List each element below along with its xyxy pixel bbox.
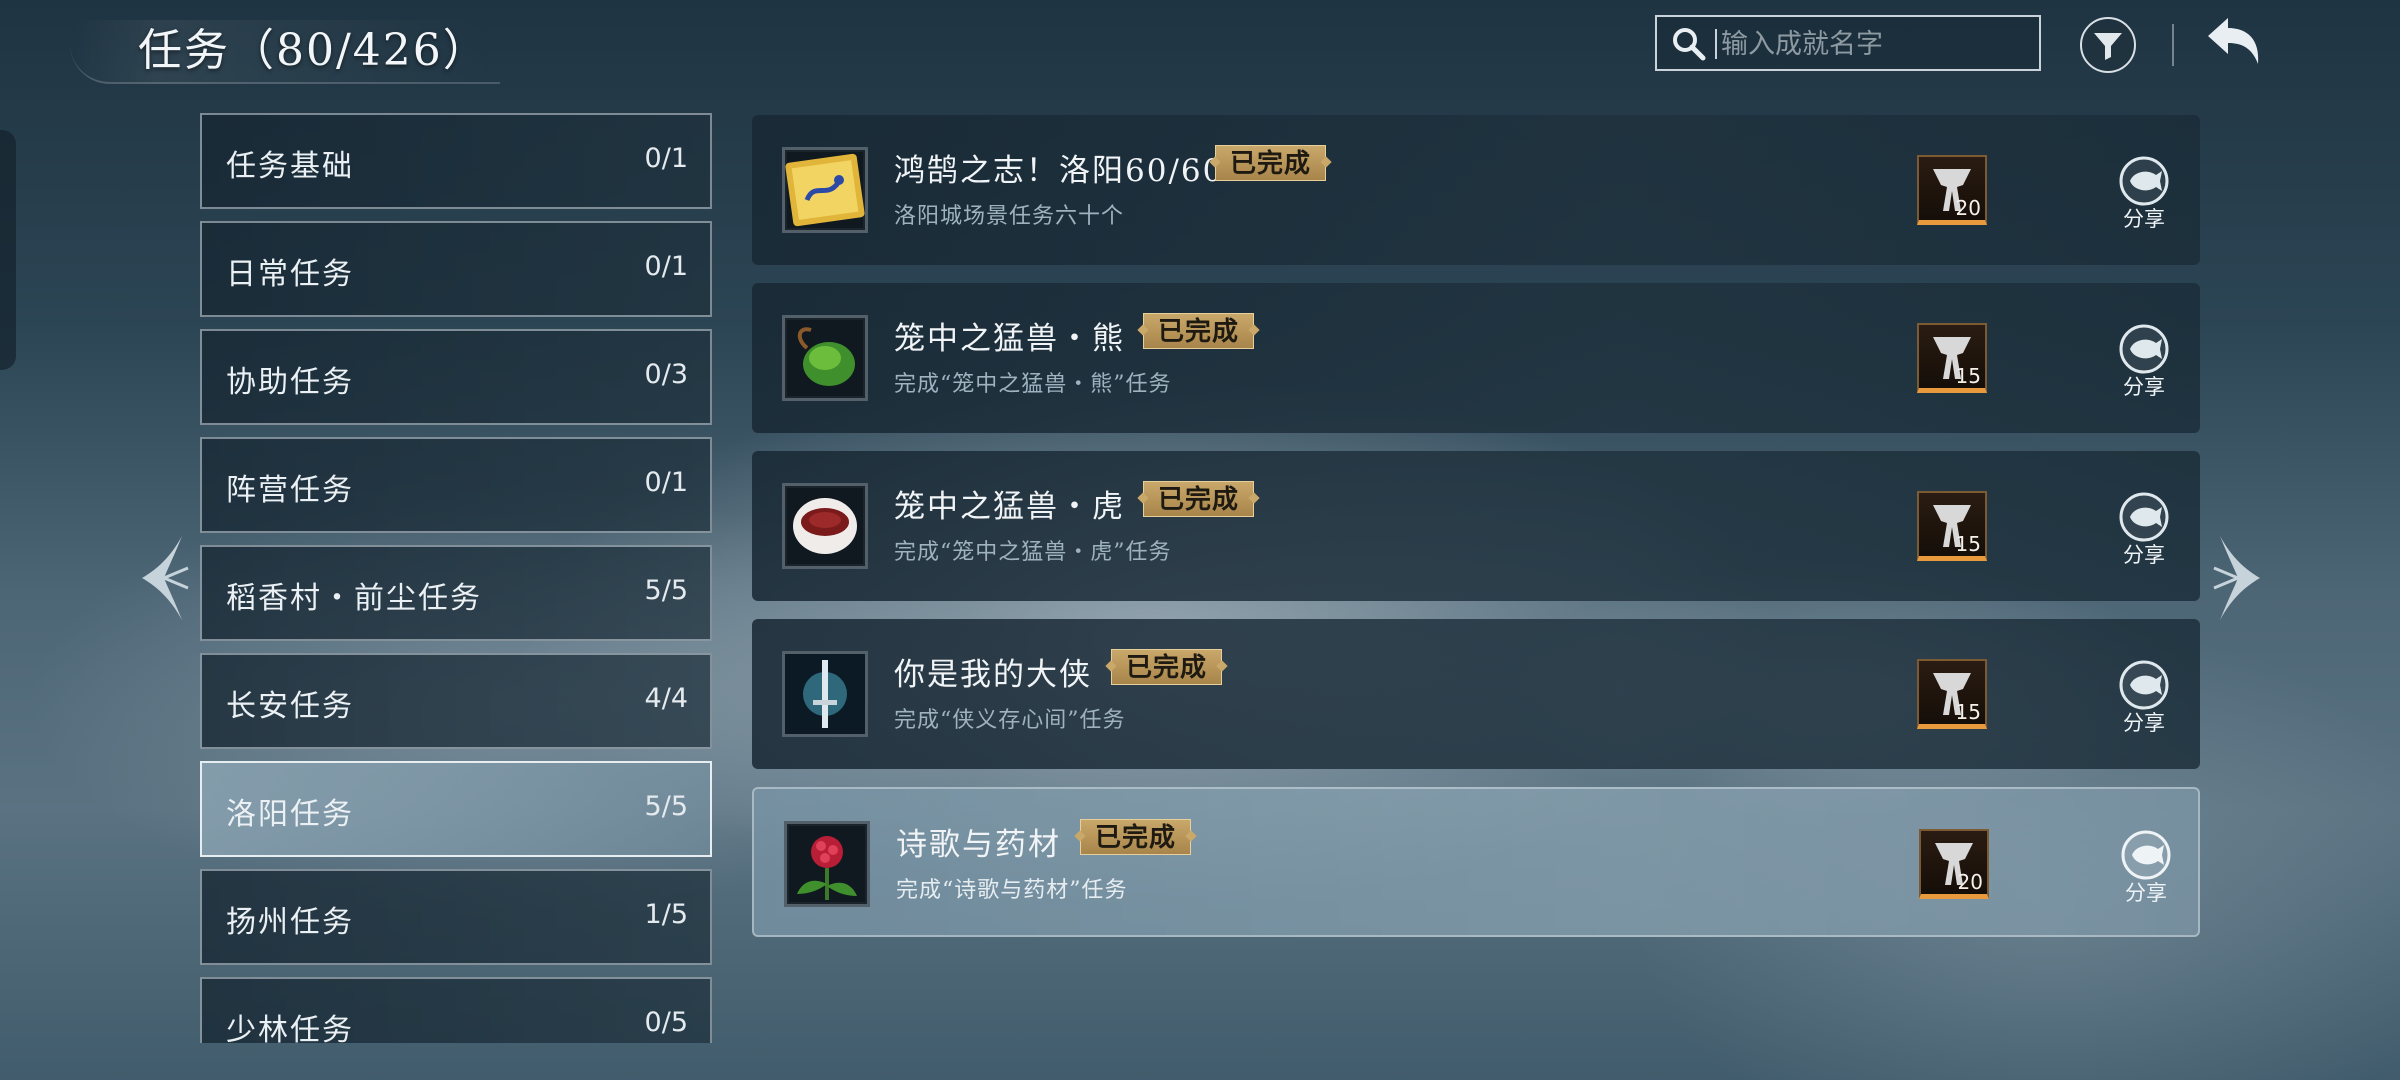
filter-icon: [2094, 33, 2122, 60]
category-item[interactable]: 阵营任务 0/1: [200, 437, 712, 533]
share-label: 分享: [2123, 543, 2165, 567]
category-label: 日常任务: [226, 257, 354, 292]
share-label: 分享: [2123, 375, 2165, 399]
completed-badge: 已完成: [1143, 313, 1255, 349]
achievement-title: 笼中之猛兽・虎: [894, 489, 1125, 525]
achievement-card[interactable]: 你是我的大侠 已完成 完成“侠义存心间”任务 15 分享: [752, 619, 2200, 769]
achievement-desc: 完成“笼中之猛兽・熊”任务: [894, 372, 1172, 397]
category-item[interactable]: 长安任务 4/4: [200, 653, 712, 749]
achievement-card[interactable]: 鸿鹄之志！洛阳60/60 已完成 洛阳城场景任务六十个 20 分享: [752, 115, 2200, 265]
share-label: 分享: [2125, 881, 2167, 905]
category-item[interactable]: 稻香村・前尘任务 5/5: [200, 545, 712, 641]
category-count: 0/1: [644, 143, 688, 174]
reward-item[interactable]: 20: [1917, 155, 1987, 225]
category-label: 协助任务: [226, 365, 354, 400]
next-page-arrow[interactable]: [2212, 530, 2268, 626]
achievement-desc: 完成“侠义存心间”任务: [894, 708, 1126, 733]
reward-count: 20: [1957, 870, 1983, 894]
category-label: 稻香村・前尘任务: [226, 581, 482, 616]
category-item[interactable]: 日常任务 0/1: [200, 221, 712, 317]
completed-badge: 已完成: [1215, 145, 1327, 181]
share-icon: [2119, 324, 2169, 374]
reward-item[interactable]: 15: [1917, 491, 1987, 561]
back-arrow-icon: [2208, 18, 2259, 64]
completed-badge: 已完成: [1080, 819, 1192, 855]
share-button[interactable]: 分享: [2114, 323, 2174, 403]
share-button[interactable]: 分享: [2114, 491, 2174, 571]
search-box[interactable]: [1655, 15, 2041, 71]
reward-item[interactable]: 20: [1919, 829, 1989, 899]
achievement-card[interactable]: 笼中之猛兽・熊 已完成 完成“笼中之猛兽・熊”任务 15 分享: [752, 283, 2200, 433]
category-item[interactable]: 协助任务 0/3: [200, 329, 712, 425]
achievement-title: 你是我的大侠: [894, 657, 1092, 693]
category-count: 0/1: [644, 467, 688, 498]
chevron-left-icon: [142, 536, 189, 620]
header-divider: [2172, 24, 2174, 66]
back-button[interactable]: [2200, 12, 2270, 74]
achievement-title: 鸿鹄之志！洛阳60/60: [894, 153, 1225, 189]
share-icon: [2119, 492, 2169, 542]
achievement-desc: 完成“诗歌与药材”任务: [896, 878, 1128, 903]
share-label: 分享: [2123, 207, 2165, 231]
share-icon: [2119, 660, 2169, 710]
achievement-desc: 完成“笼中之猛兽・虎”任务: [894, 540, 1172, 565]
share-label: 分享: [2123, 711, 2165, 735]
category-list[interactable]: 任务基础 0/1 日常任务 0/1 协助任务 0/3 阵营任务 0/1 稻香村・…: [200, 113, 712, 1043]
share-button[interactable]: 分享: [2114, 155, 2174, 235]
reward-item[interactable]: 15: [1917, 323, 1987, 393]
category-count: 1/5: [644, 899, 688, 930]
category-count: 0/1: [644, 251, 688, 282]
share-icon: [2119, 156, 2169, 206]
category-item[interactable]: 扬州任务 1/5: [200, 869, 712, 965]
reward-count: 15: [1955, 364, 1981, 388]
filter-button[interactable]: [2080, 17, 2136, 73]
achievement-card-selected[interactable]: 诗歌与药材 已完成 完成“诗歌与药材”任务 20 分享: [752, 787, 2200, 937]
category-count: 0/3: [644, 359, 688, 390]
category-label: 洛阳任务: [226, 797, 354, 832]
side-drawer-tab[interactable]: [0, 130, 16, 370]
page-title: 任务（80/426）: [138, 25, 489, 76]
category-count: 5/5: [644, 791, 688, 822]
bowl-icon: [782, 483, 868, 569]
share-button[interactable]: 分享: [2116, 829, 2176, 909]
category-label: 任务基础: [226, 149, 354, 184]
category-label: 长安任务: [226, 689, 354, 724]
category-count: 0/5: [644, 1007, 688, 1038]
category-count: 4/4: [644, 683, 688, 714]
reward-item[interactable]: 15: [1917, 659, 1987, 729]
text-caret: [1715, 29, 1717, 59]
reward-count: 15: [1955, 700, 1981, 724]
achievement-card[interactable]: 笼中之猛兽・虎 已完成 完成“笼中之猛兽・虎”任务 15 分享: [752, 451, 2200, 601]
achievement-title: 诗歌与药材: [896, 827, 1061, 863]
category-label: 扬州任务: [226, 905, 354, 940]
achievement-desc: 洛阳城场景任务六十个: [894, 204, 1125, 229]
achievement-title: 笼中之猛兽・熊: [894, 321, 1125, 357]
reward-count: 20: [1955, 196, 1981, 220]
share-button[interactable]: 分享: [2114, 659, 2174, 739]
reward-count: 15: [1955, 532, 1981, 556]
category-label: 阵营任务: [226, 473, 354, 508]
berry-plant-icon: [784, 821, 870, 907]
chevron-right-icon: [2213, 536, 2260, 620]
scroll-icon: [782, 147, 868, 233]
search-icon: [1673, 28, 1706, 61]
prev-page-arrow[interactable]: [134, 530, 190, 626]
gourd-icon: [782, 315, 868, 401]
search-input[interactable]: [1719, 23, 2023, 65]
category-count: 5/5: [644, 575, 688, 606]
category-label: 少林任务: [226, 1013, 354, 1043]
category-item-selected[interactable]: 洛阳任务 5/5: [200, 761, 712, 857]
category-item[interactable]: 任务基础 0/1: [200, 113, 712, 209]
share-icon: [2121, 830, 2171, 880]
category-item[interactable]: 少林任务 0/5: [200, 977, 712, 1043]
sword-icon: [782, 651, 868, 737]
completed-badge: 已完成: [1111, 649, 1223, 685]
completed-badge: 已完成: [1143, 481, 1255, 517]
